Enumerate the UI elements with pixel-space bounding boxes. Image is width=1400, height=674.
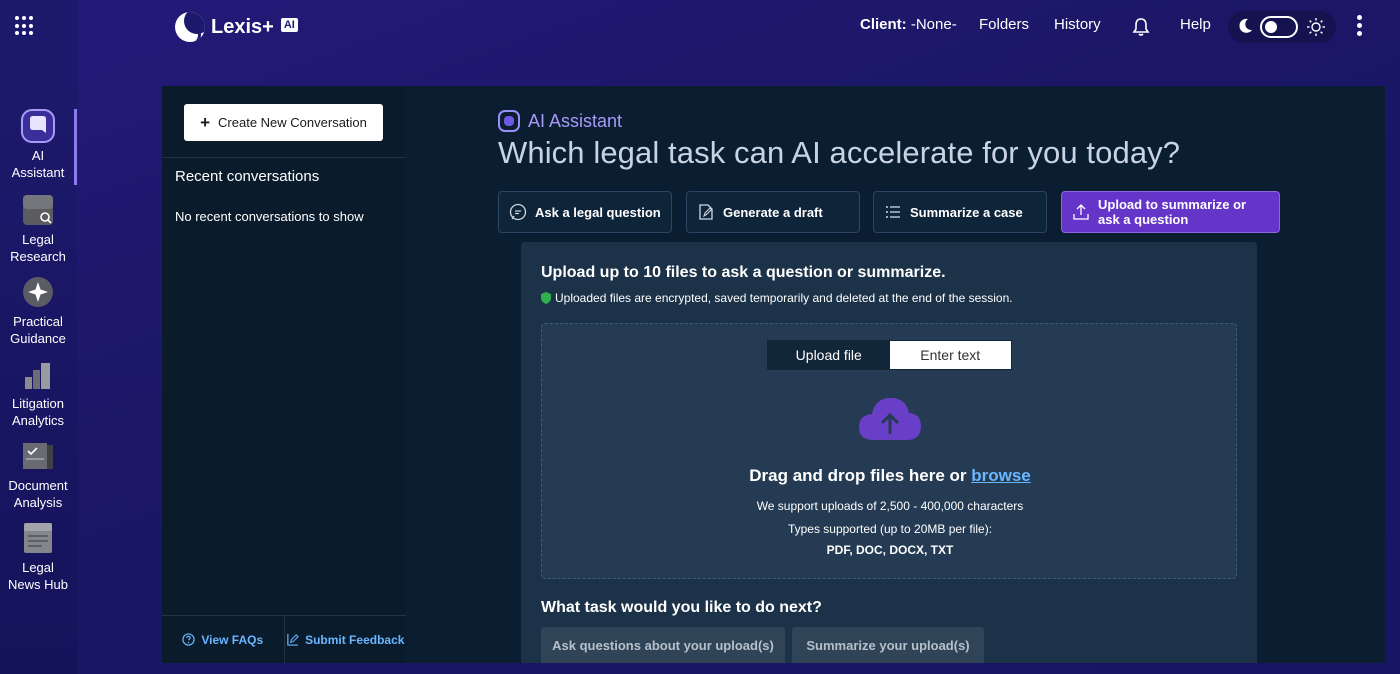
legal-research-icon <box>21 193 55 227</box>
types-line: Types supported (up to 20MB per file): <box>787 522 993 536</box>
conversation-sidebar: + Create New Conversation Recent convers… <box>162 86 406 663</box>
rail-item-document-analysis[interactable]: Document Analysis <box>0 439 76 511</box>
folders-link[interactable]: Folders <box>979 16 1029 38</box>
ask-questions-upload-button[interactable]: Ask questions about your upload(s) <box>541 627 785 663</box>
rail-label: Legal News Hub <box>8 560 68 592</box>
recent-conversations-title: Recent conversations <box>175 168 320 185</box>
notifications-bell-icon[interactable] <box>1131 17 1151 37</box>
create-button-label: Create New Conversation <box>218 115 367 130</box>
ai-assistant-tag-label: AI Assistant <box>528 110 623 131</box>
app-launcher-icon[interactable] <box>15 16 35 36</box>
shield-icon <box>541 292 551 304</box>
divider <box>162 157 406 158</box>
list-icon <box>886 206 900 218</box>
ai-assistant-icon <box>498 110 520 132</box>
rail-item-legal-news-hub[interactable]: Legal News Hub <box>0 521 76 593</box>
submit-feedback-label: Submit Feedback <box>305 632 405 647</box>
create-new-conversation-button[interactable]: + Create New Conversation <box>184 104 383 141</box>
tab-upload-file[interactable]: Upload file <box>768 341 890 369</box>
history-link[interactable]: History <box>1054 16 1101 38</box>
rail-label: Document Analysis <box>8 478 68 510</box>
left-rail: AI Assistant Legal Research Practical Gu… <box>0 0 77 674</box>
moon-icon <box>1239 18 1252 33</box>
chat-bubble-icon <box>509 203 527 221</box>
view-faqs-link[interactable]: View FAQs <box>162 616 284 663</box>
lexis-logo[interactable]: Lexis+ AI <box>175 12 298 42</box>
switch-knob <box>1265 21 1277 33</box>
submit-feedback-link[interactable]: Submit Feedback <box>283 616 407 663</box>
litigation-analytics-icon <box>21 357 55 391</box>
summarize-upload-button[interactable]: Summarize your upload(s) <box>792 627 984 663</box>
task-upload-summarize-button[interactable]: Upload to summarize or ask a question <box>1061 191 1280 233</box>
task-label: Ask a legal question <box>535 204 661 220</box>
sun-icon <box>1307 18 1325 36</box>
next-task-title: What task would you like to do next? <box>541 599 822 616</box>
client-selector[interactable]: Client: -None- <box>860 16 957 38</box>
file-dropzone[interactable]: Upload file Enter text Drag and drop fil… <box>541 323 1237 579</box>
lexis-logo-mark-icon <box>175 12 205 42</box>
sidebar-footer: View FAQs Submit Feedback <box>162 616 406 663</box>
encryption-note-text: Uploaded files are encrypted, saved temp… <box>555 291 1013 305</box>
view-faqs-label: View FAQs <box>201 632 264 647</box>
draft-icon <box>699 204 713 220</box>
rail-item-litigation-analytics[interactable]: Litigation Analytics <box>0 357 76 429</box>
recent-conversations-empty: No recent conversations to show <box>175 209 364 224</box>
support-line: We support uploads of 2,500 - 400,000 ch… <box>756 499 1024 513</box>
rail-label: Legal Research <box>10 232 66 264</box>
task-label: Summarize a case <box>910 204 1023 220</box>
upload-title: Upload up to 10 files to ask a question … <box>541 264 946 281</box>
document-analysis-icon <box>21 439 55 473</box>
client-label: Client: <box>860 16 907 33</box>
main-panel: + Create New Conversation Recent convers… <box>162 86 1385 663</box>
drag-drop-text: Drag and drop files here or browse <box>542 466 1238 486</box>
ai-assistant-tag: AI Assistant <box>498 110 622 132</box>
task-ask-legal-question-button[interactable]: Ask a legal question <box>498 191 672 233</box>
rail-label: Litigation Analytics <box>11 396 65 428</box>
plus-icon: + <box>200 113 211 132</box>
more-options-icon[interactable] <box>1355 15 1363 39</box>
legal-news-hub-icon <box>21 521 55 555</box>
rail-label: Practical Guidance <box>10 314 66 346</box>
logo-ai-badge: AI <box>280 18 298 32</box>
upload-mode-toggle: Upload file Enter text <box>767 340 1012 370</box>
feedback-icon <box>287 633 299 646</box>
cloud-upload-icon <box>859 398 921 440</box>
task-summarize-case-button[interactable]: Summarize a case <box>873 191 1047 233</box>
help-link[interactable]: Help <box>1180 16 1211 38</box>
upload-icon <box>1073 204 1089 220</box>
client-value: -None- <box>910 16 957 33</box>
rail-label: AI Assistant <box>11 148 65 180</box>
drag-drop-label: Drag and drop files here or <box>749 466 972 485</box>
page-title: Which legal task can AI accelerate for y… <box>498 135 1181 170</box>
rail-item-legal-research[interactable]: Legal Research <box>0 193 76 265</box>
upload-card: Upload up to 10 files to ask a question … <box>521 242 1257 663</box>
practical-guidance-icon <box>21 275 55 309</box>
tab-enter-text[interactable]: Enter text <box>889 341 1011 369</box>
task-label: Generate a draft <box>723 204 823 220</box>
ai-assistant-icon <box>21 109 55 143</box>
rail-item-ai-assistant[interactable]: AI Assistant <box>0 109 77 185</box>
encryption-note: Uploaded files are encrypted, saved temp… <box>541 291 1013 305</box>
dark-mode-switch[interactable] <box>1260 16 1298 38</box>
task-generate-draft-button[interactable]: Generate a draft <box>686 191 860 233</box>
logo-text: Lexis+ <box>211 15 274 38</box>
formats-line: PDF, DOC, DOCX, TXT <box>826 543 954 557</box>
theme-toggle-group <box>1228 11 1336 43</box>
rail-item-practical-guidance[interactable]: Practical Guidance <box>0 275 76 347</box>
task-label: Upload to summarize or ask a question <box>1098 197 1247 227</box>
browse-link[interactable]: browse <box>971 466 1031 485</box>
question-circle-icon <box>182 633 196 646</box>
